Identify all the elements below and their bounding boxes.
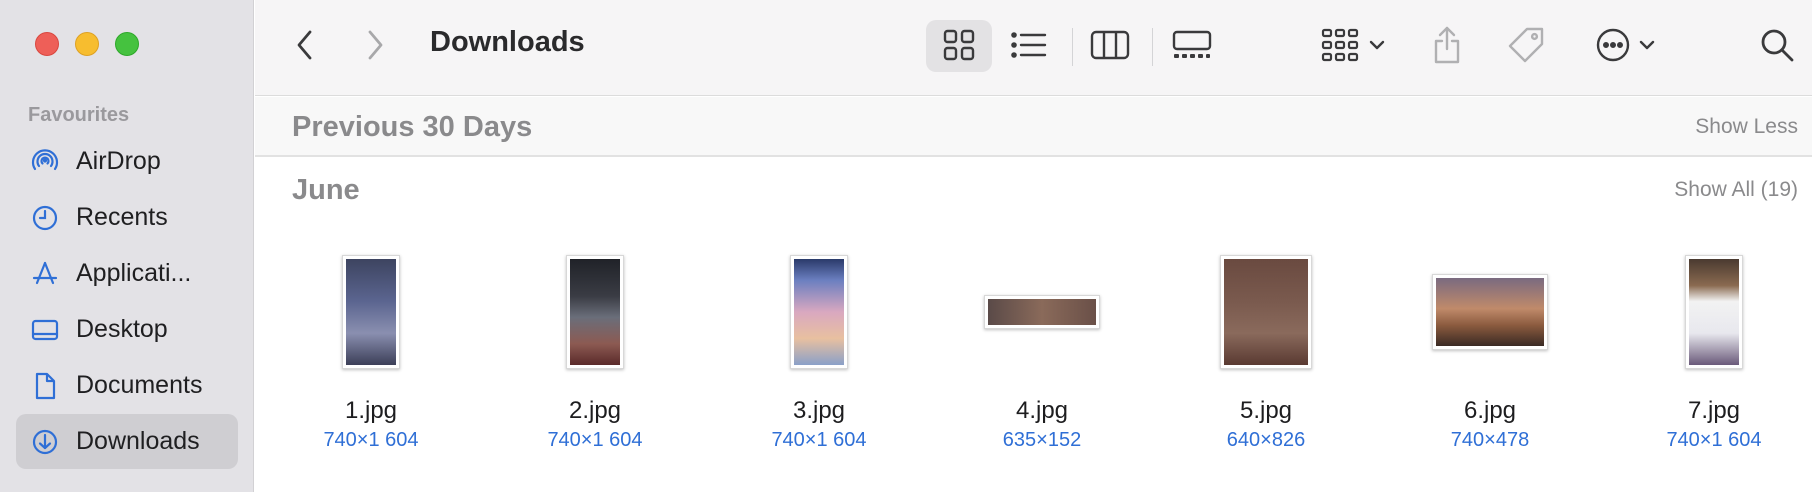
file-name: 7.jpg: [1687, 397, 1741, 424]
file-item[interactable]: 2.jpg 740×1 604: [495, 247, 695, 452]
file-dimensions: 740×1 604: [323, 429, 419, 451]
gallery-view-button[interactable]: [1164, 20, 1220, 70]
section-header: Previous 30 Days Show Less: [255, 97, 1812, 157]
back-icon: [294, 29, 316, 61]
file-dimensions: 740×1 604: [771, 429, 867, 451]
share-button[interactable]: [1425, 20, 1469, 70]
downloads-icon: [30, 427, 60, 457]
sidebar-item-airdrop[interactable]: AirDrop: [16, 134, 238, 189]
group-icon: [1321, 28, 1361, 62]
gallery-view-icon: [1171, 29, 1213, 61]
file-browser-content: Previous 30 Days Show Less June Show All…: [255, 97, 1812, 492]
file-item[interactable]: 5.jpg 640×826: [1166, 247, 1366, 452]
group-by-button[interactable]: [1313, 20, 1393, 70]
sidebar-item-label: Applicati...: [76, 259, 192, 287]
column-view-button[interactable]: [1084, 20, 1136, 70]
column-view-icon: [1090, 29, 1130, 61]
file-thumbnail: [566, 255, 624, 369]
minimize-window-button[interactable]: [75, 32, 99, 56]
file-thumbnail: [342, 255, 400, 369]
file-grid: 1.jpg 740×1 604 2.jpg 740×1 604 3.jpg 74…: [255, 247, 1812, 451]
file-thumbnail: [1220, 255, 1312, 369]
share-icon: [1431, 25, 1463, 65]
section-title: Previous 30 Days: [292, 111, 533, 143]
toolbar-separator: [1152, 28, 1153, 66]
search-button[interactable]: [1755, 20, 1799, 70]
icon-view-button[interactable]: [926, 20, 992, 70]
sidebar-item-applications[interactable]: Applicati...: [16, 246, 238, 301]
file-name: 4.jpg: [1015, 397, 1069, 424]
file-dimensions: 640×826: [1226, 429, 1306, 451]
sidebar-item-label: Downloads: [76, 427, 200, 455]
sidebar-item-documents[interactable]: Documents: [16, 358, 238, 413]
more-actions-button[interactable]: [1585, 20, 1665, 70]
file-name: 6.jpg: [1463, 397, 1517, 424]
maximize-window-button[interactable]: [115, 32, 139, 56]
chevron-down-icon: [1369, 39, 1385, 51]
more-icon: [1595, 27, 1631, 63]
file-thumbnail: [1432, 274, 1548, 350]
tag-button[interactable]: [1502, 20, 1550, 70]
chevron-down-icon: [1639, 39, 1655, 51]
file-thumbnail: [984, 295, 1100, 329]
applications-icon: [30, 259, 60, 289]
file-item[interactable]: 4.jpg 635×152: [942, 247, 1142, 452]
toolbar: Downloads: [255, 0, 1812, 96]
close-window-button[interactable]: [35, 32, 59, 56]
window-title: Downloads: [430, 26, 585, 58]
toolbar-separator: [1072, 28, 1073, 66]
sidebar: Favourites AirDrop Recents Applicati... …: [0, 0, 254, 492]
sidebar-favourites-list: AirDrop Recents Applicati... Desktop Doc…: [16, 134, 238, 470]
file-name: 2.jpg: [568, 397, 622, 424]
search-icon: [1759, 27, 1795, 63]
file-name: 3.jpg: [792, 397, 846, 424]
back-button[interactable]: [285, 20, 325, 70]
desktop-icon: [30, 315, 60, 345]
file-item[interactable]: 7.jpg 740×1 604: [1614, 247, 1812, 452]
file-dimensions: 740×1 604: [547, 429, 643, 451]
sidebar-item-label: Documents: [76, 371, 203, 399]
grid-view-icon: [942, 28, 976, 62]
group-title: June: [292, 174, 360, 206]
sidebar-item-downloads[interactable]: Downloads: [16, 414, 238, 469]
file-item[interactable]: 3.jpg 740×1 604: [719, 247, 919, 452]
sidebar-item-label: AirDrop: [76, 147, 161, 175]
sidebar-item-desktop[interactable]: Desktop: [16, 302, 238, 357]
document-icon: [30, 371, 60, 401]
file-name: 1.jpg: [344, 397, 398, 424]
list-view-icon: [1010, 30, 1048, 60]
file-item[interactable]: 6.jpg 740×478: [1390, 247, 1590, 452]
forward-button[interactable]: [355, 20, 395, 70]
forward-icon: [364, 29, 386, 61]
show-all-button[interactable]: Show All (19): [1674, 178, 1798, 202]
file-dimensions: 740×1 604: [1666, 429, 1762, 451]
file-dimensions: 635×152: [1002, 429, 1082, 451]
file-thumbnail: [1685, 255, 1743, 369]
clock-icon: [30, 203, 60, 233]
file-dimensions: 740×478: [1450, 429, 1530, 451]
show-less-button[interactable]: Show Less: [1695, 115, 1798, 139]
list-view-button[interactable]: [1003, 20, 1055, 70]
sidebar-section-heading: Favourites: [28, 104, 130, 126]
tag-icon: [1507, 26, 1545, 64]
file-thumbnail: [790, 255, 848, 369]
file-name: 5.jpg: [1239, 397, 1293, 424]
airdrop-icon: [30, 147, 60, 177]
sidebar-item-recents[interactable]: Recents: [16, 190, 238, 245]
sidebar-item-label: Desktop: [76, 315, 168, 343]
sidebar-item-label: Recents: [76, 203, 168, 231]
file-item[interactable]: 1.jpg 740×1 604: [271, 247, 471, 452]
